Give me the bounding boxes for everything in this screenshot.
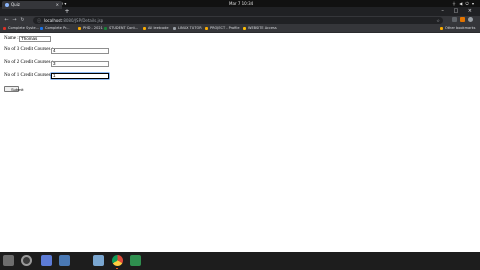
extension-icon[interactable]: [460, 17, 465, 22]
submit-button[interactable]: Submit: [4, 86, 23, 92]
extension-icon[interactable]: [452, 17, 457, 22]
bookmark-item[interactable]: PHD - 2021: [78, 25, 103, 32]
url-host: localhost: [44, 18, 62, 23]
credit3-input[interactable]: [51, 48, 109, 54]
tab-quiz[interactable]: Quiz ×: [2, 1, 62, 9]
dock: [0, 252, 480, 270]
back-icon[interactable]: ←: [3, 16, 10, 25]
credit1-input[interactable]: [51, 73, 109, 79]
bookmark-favicon-icon: [173, 26, 176, 30]
credit2-label: No of 2 Credit Courses :: [4, 60, 54, 65]
app-icon[interactable]: [130, 255, 141, 266]
bookmark-favicon-icon: [3, 26, 6, 30]
bookmark-item[interactable]: All leetcode: [143, 25, 169, 32]
credit2-input[interactable]: [51, 61, 109, 67]
credit1-label: No of 1 Credit Courses :: [4, 73, 54, 78]
reload-icon[interactable]: ↻: [19, 16, 26, 25]
window-controls[interactable]: – □ ×: [441, 7, 476, 16]
bookmarks-bar: Complete Syste... Complete Pr... PHD - 2…: [0, 25, 480, 33]
tab-close-icon[interactable]: ×: [56, 1, 59, 9]
folder-icon: [243, 26, 246, 30]
browser-toolbar: ← → ↻ ⓘ localhost:8080/JSP/Details.jsp ☆: [0, 16, 480, 25]
camera-icon[interactable]: [21, 255, 32, 266]
url-text: localhost:8080/JSP/Details.jsp: [44, 17, 103, 24]
running-indicator: [116, 268, 118, 269]
system-menu[interactable]: ⏚ ◀ ⏻ ▾: [452, 0, 475, 7]
page-content: Name : No of 3 Credit Courses : No of 2 …: [0, 33, 480, 252]
bookmark-item[interactable]: PROJECT - Profile: [205, 25, 240, 32]
folder-icon: [440, 26, 443, 30]
other-bookmarks[interactable]: Other bookmarks: [440, 25, 475, 32]
tab-title: Quiz: [11, 2, 20, 7]
system-top-bar: Activities Google Chrome ▾ Mar 7 10:34 ⏚…: [0, 0, 480, 7]
address-bar[interactable]: ⓘ localhost:8080/JSP/Details.jsp ☆: [33, 17, 443, 24]
files-icon[interactable]: [3, 255, 14, 266]
url-path: :8080/JSP/Details.jsp: [61, 18, 104, 23]
forward-icon[interactable]: →: [11, 16, 18, 25]
credit3-label: No of 3 Credit Courses :: [4, 47, 54, 52]
bookmark-star-icon[interactable]: ☆: [436, 17, 440, 24]
bookmark-item[interactable]: Complete Pr...: [40, 25, 70, 32]
new-tab-button[interactable]: +: [64, 7, 70, 16]
tab-strip: [0, 7, 480, 16]
bookmark-item[interactable]: WEBSITE Access: [243, 25, 277, 32]
bookmark-item[interactable]: Complete Syste...: [3, 25, 39, 32]
folder-icon: [205, 26, 208, 30]
bookmark-favicon-icon: [40, 26, 43, 30]
site-info-icon[interactable]: ⓘ: [37, 17, 41, 24]
bookmark-item[interactable]: LINUX TUTOR: [173, 25, 202, 32]
clock[interactable]: Mar 7 10:34: [229, 0, 253, 7]
folder-icon: [143, 26, 146, 30]
name-label: Name :: [4, 36, 19, 41]
text-editor-icon[interactable]: [59, 255, 70, 266]
name-input[interactable]: [19, 36, 51, 42]
folder-icon: [78, 26, 81, 30]
chrome-icon[interactable]: [112, 255, 123, 266]
profile-icon[interactable]: [468, 17, 473, 22]
globe-icon: [5, 3, 9, 7]
bookmark-favicon-icon: [104, 26, 107, 30]
bookmark-item[interactable]: STUDENT Cont...: [104, 25, 138, 32]
calendar-icon[interactable]: [41, 255, 52, 266]
software-icon[interactable]: [93, 255, 104, 266]
